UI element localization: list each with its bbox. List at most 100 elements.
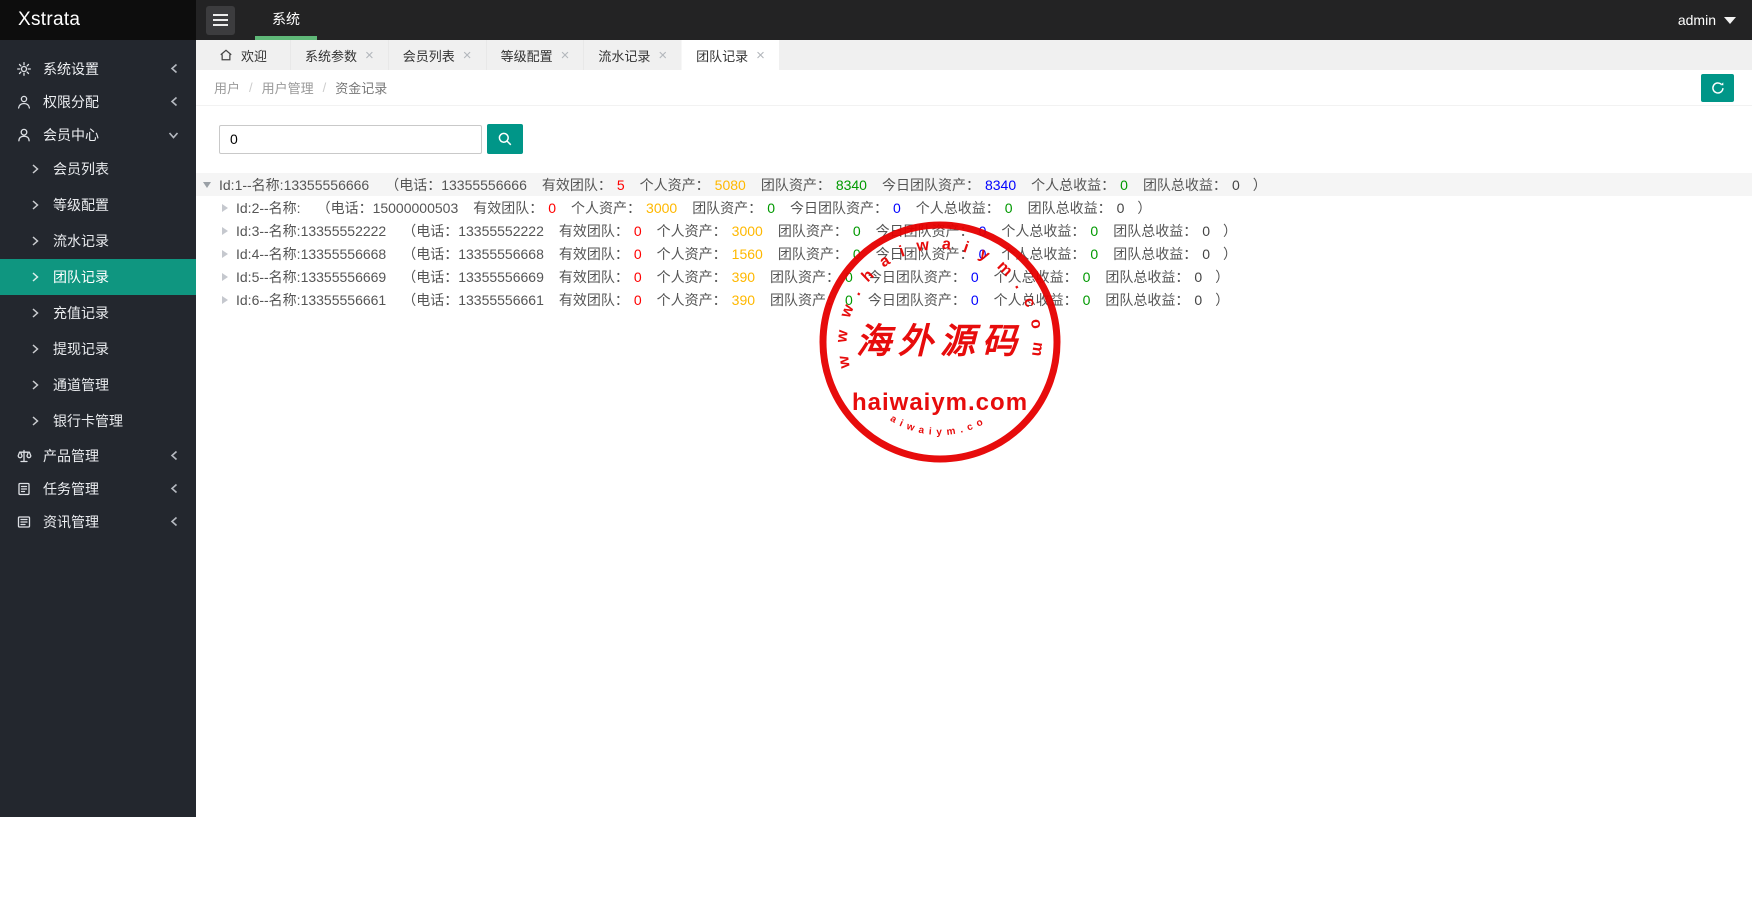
sidebar-subitem-flow-records[interactable]: 流水记录 xyxy=(0,223,196,259)
personal_income-value: 0 xyxy=(1083,292,1091,308)
personal_income-value: 0 xyxy=(1083,269,1091,285)
personal_income-label: 个人总收益： xyxy=(994,267,1078,287)
team_income-value: 0 xyxy=(1202,223,1210,239)
sidebar-subitem-label: 会员列表 xyxy=(53,159,109,179)
sidebar-subitem-bankcard-manage[interactable]: 银行卡管理 xyxy=(0,403,196,439)
team_assets-value: 0 xyxy=(845,292,853,308)
sidebar-item-label: 权限分配 xyxy=(43,92,99,112)
personal_income-value: 0 xyxy=(1120,177,1128,193)
user-menu[interactable]: admin xyxy=(1678,12,1736,28)
tab-label: 等级配置 xyxy=(501,46,553,65)
tree-row-4[interactable]: Id:4--名称:13355556668（电话：13355556668有效团队：… xyxy=(196,242,1752,265)
chevron-left-icon xyxy=(168,62,180,75)
tab-level-config[interactable]: 等级配置 × xyxy=(486,40,584,70)
today_team_assets-label: 今日团队资产： xyxy=(790,198,888,218)
team_income-value: 0 xyxy=(1194,292,1202,308)
sidebar-item-news-manage[interactable]: 资讯管理 xyxy=(0,505,196,538)
sidebar: Xstrata 系统设置权限分配会员中心会员列表等级配置流水记录团队记录充值记录… xyxy=(0,0,196,817)
sidebar-subitem-recharge-records[interactable]: 充值记录 xyxy=(0,295,196,331)
chevron-left-icon xyxy=(168,449,180,462)
tab-close-icon[interactable]: × xyxy=(561,48,570,63)
personal_assets-label: 个人资产： xyxy=(657,221,727,241)
record-title: Id:3--名称:13355552222 xyxy=(236,221,386,241)
refresh-button[interactable] xyxy=(1701,74,1734,102)
expand-arrow-icon[interactable] xyxy=(222,227,228,235)
tab-welcome[interactable]: 欢迎 xyxy=(196,40,290,70)
team_assets-label: 团队资产： xyxy=(692,198,762,218)
breadcrumb-item[interactable]: 用户 xyxy=(214,78,240,97)
team_income-label: 团队总收益： xyxy=(1105,290,1189,310)
sidebar-item-permission-assign[interactable]: 权限分配 xyxy=(0,85,196,118)
tab-close-icon[interactable]: × xyxy=(463,48,472,63)
sidebar-item-product-manage[interactable]: 产品管理 xyxy=(0,439,196,472)
valid_team-label: 有效团队： xyxy=(559,221,629,241)
tree-row-5[interactable]: Id:5--名称:13355556669（电话：13355556669有效团队：… xyxy=(196,265,1752,288)
product-scale-icon xyxy=(16,448,32,464)
tab-team-records[interactable]: 团队记录 × xyxy=(681,40,779,70)
tab-flow-records[interactable]: 流水记录× xyxy=(583,40,681,70)
sidebar-item-system-settings[interactable]: 系统设置 xyxy=(0,52,196,85)
personal_assets-value: 390 xyxy=(732,269,755,285)
sidebar-subitem-team-records[interactable]: 团队记录 xyxy=(0,259,196,295)
tab-system-params[interactable]: 系统参数× xyxy=(290,40,388,70)
expand-arrow-icon[interactable] xyxy=(222,273,228,281)
chevron-left-icon xyxy=(168,482,180,495)
chevron-right-icon xyxy=(31,271,40,283)
menu-toggle-button[interactable] xyxy=(206,6,235,35)
member-user-icon xyxy=(16,127,32,143)
record-phone: （电话：13355556669 xyxy=(402,267,544,287)
expand-arrow-icon[interactable] xyxy=(222,250,228,258)
sidebar-item-label: 任务管理 xyxy=(43,479,99,499)
collapse-arrow-icon[interactable] xyxy=(203,182,211,188)
news-book-icon xyxy=(16,514,32,530)
tree-row-1[interactable]: Id:1--名称:13355556666（电话：13355556666有效团队：… xyxy=(196,173,1752,196)
valid_team-label: 有效团队： xyxy=(473,198,543,218)
personal_assets-label: 个人资产： xyxy=(657,290,727,310)
record-title: Id:1--名称:13355556666 xyxy=(219,175,369,195)
team_income-label: 团队总收益： xyxy=(1105,267,1189,287)
tab-member-list[interactable]: 会员列表× xyxy=(388,40,486,70)
sidebar-item-task-manage[interactable]: 任务管理 xyxy=(0,472,196,505)
team_income-label: 团队总收益： xyxy=(1143,175,1227,195)
search-icon xyxy=(497,131,513,147)
record-phone: （电话：13355556666 xyxy=(385,175,527,195)
valid_team-value: 0 xyxy=(634,223,642,239)
sidebar-item-member-center[interactable]: 会员中心 xyxy=(0,118,196,151)
personal_income-label: 个人总收益： xyxy=(1001,244,1085,264)
sidebar-subitem-member-list[interactable]: 会员列表 xyxy=(0,151,196,187)
breadcrumb-separator: / xyxy=(323,80,327,95)
personal_assets-label: 个人资产： xyxy=(640,175,710,195)
sidebar-item-label: 系统设置 xyxy=(43,59,99,79)
close-paren: ） xyxy=(1137,198,1151,218)
sidebar-subitem-withdraw-records[interactable]: 提现记录 xyxy=(0,331,196,367)
team_income-value: 0 xyxy=(1232,177,1240,193)
username: admin xyxy=(1678,12,1716,28)
topbar-tab-system[interactable]: 系统 xyxy=(255,0,317,40)
today_team_assets-value: 8340 xyxy=(985,177,1016,193)
tab-close-icon[interactable]: × xyxy=(365,48,374,63)
tree-row-6[interactable]: Id:6--名称:13355556661（电话：13355556661有效团队：… xyxy=(196,288,1752,311)
content-area: Id:1--名称:13355556666 （电话：13355556666 有效团队：… xyxy=(196,106,1752,877)
sidebar-subitem-level-config[interactable]: 等级配置 xyxy=(0,187,196,223)
tree-row-2[interactable]: Id:2--名称:（电话：15000000503有效团队：0个人资产：3000团… xyxy=(196,196,1752,219)
tab-close-icon[interactable]: × xyxy=(658,48,667,63)
team_assets-label: 团队资产： xyxy=(770,267,840,287)
today_team_assets-label: 今日团队资产： xyxy=(868,290,966,310)
sidebar-subitem-label: 通道管理 xyxy=(53,375,109,395)
tab-close-icon[interactable]: × xyxy=(756,48,765,63)
expand-arrow-icon[interactable] xyxy=(222,204,228,212)
tree-row-3[interactable]: Id:3--名称:13355552222（电话：13355552222有效团队：… xyxy=(196,219,1752,242)
breadcrumb-item[interactable]: 用户管理 xyxy=(262,78,314,97)
search-input[interactable] xyxy=(219,125,482,154)
chevron-right-icon xyxy=(31,343,40,355)
search-button[interactable] xyxy=(487,124,523,154)
personal_income-label: 个人总收益： xyxy=(916,198,1000,218)
close-paren: ） xyxy=(1215,290,1229,310)
expand-arrow-icon[interactable] xyxy=(222,296,228,304)
valid_team-value: 0 xyxy=(548,200,556,216)
sidebar-subitem-channel-manage[interactable]: 通道管理 xyxy=(0,367,196,403)
tab-label: 团队记录 xyxy=(696,46,748,65)
chevron-left-icon xyxy=(168,95,180,108)
team_assets-label: 团队资产： xyxy=(778,244,848,264)
chevron-right-icon xyxy=(31,415,40,427)
